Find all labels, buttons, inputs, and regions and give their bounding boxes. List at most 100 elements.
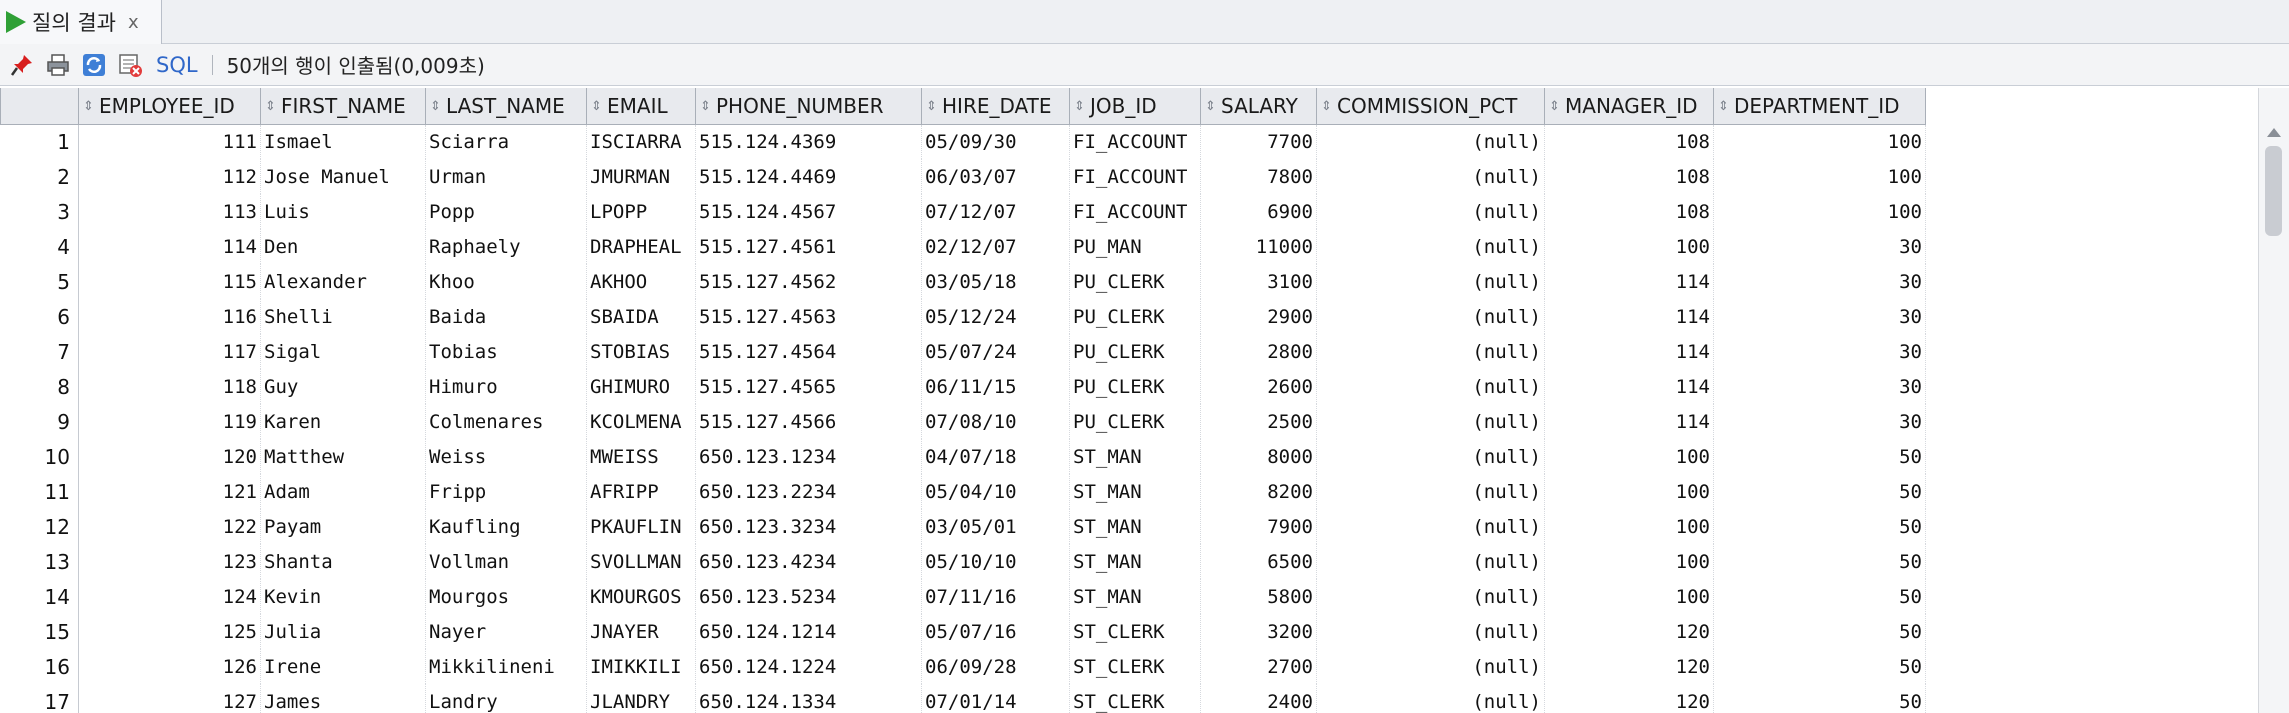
table-cell[interactable]: 515.127.4566: [695, 404, 922, 439]
table-cell[interactable]: 05/07/16: [921, 614, 1070, 649]
table-cell[interactable]: 100: [1713, 159, 1926, 194]
table-cell[interactable]: Sciarra: [425, 124, 587, 159]
table-cell[interactable]: DRAPHEAL: [586, 229, 696, 264]
table-cell[interactable]: ISCIARRA: [586, 124, 696, 159]
table-row[interactable]: 5 115 Alexander Khoo AKHOO 515.127.4562 03/05/…: [0, 264, 1926, 299]
sort-icon[interactable]: ⇕: [700, 100, 713, 113]
table-cell[interactable]: 108: [1544, 194, 1714, 229]
table-cell[interactable]: JNAYER: [586, 614, 696, 649]
table-row[interactable]: 16 126 Irene Mikkilineni IMIKKILI 650.124.122…: [0, 649, 1926, 684]
table-cell[interactable]: 650.123.3234: [695, 509, 922, 544]
vertical-scrollbar[interactable]: [2258, 88, 2289, 713]
table-row[interactable]: 8 118 Guy Himuro GHIMURO 515.127.4565 06/11/15…: [0, 369, 1926, 404]
table-cell[interactable]: GHIMURO: [586, 369, 696, 404]
table-cell[interactable]: STOBIAS: [586, 334, 696, 369]
table-cell[interactable]: 50: [1713, 509, 1926, 544]
table-cell[interactable]: 7700: [1200, 124, 1317, 159]
table-cell[interactable]: ST_CLERK: [1069, 649, 1201, 684]
table-cell[interactable]: Shanta: [260, 544, 426, 579]
table-cell[interactable]: 50: [1713, 439, 1926, 474]
table-cell[interactable]: Adam: [260, 474, 426, 509]
table-cell[interactable]: 650.124.1214: [695, 614, 922, 649]
table-cell[interactable]: 6500: [1200, 544, 1317, 579]
table-cell[interactable]: 120: [1544, 684, 1714, 713]
table-cell[interactable]: 50: [1713, 544, 1926, 579]
tab-query-result[interactable]: 질의 결과 x: [0, 0, 162, 44]
table-cell[interactable]: FI_ACCOUNT: [1069, 194, 1201, 229]
print-icon[interactable]: [44, 51, 72, 79]
table-cell[interactable]: 07/12/07: [921, 194, 1070, 229]
table-cell[interactable]: (null): [1316, 124, 1545, 159]
table-cell[interactable]: 05/07/24: [921, 334, 1070, 369]
table-cell[interactable]: Julia: [260, 614, 426, 649]
table-cell[interactable]: 100: [1713, 124, 1926, 159]
column-header[interactable]: ⇕ JOB_ID: [1069, 88, 1201, 125]
table-cell[interactable]: Den: [260, 229, 426, 264]
table-cell[interactable]: FI_ACCOUNT: [1069, 159, 1201, 194]
table-cell[interactable]: Landry: [425, 684, 587, 713]
table-cell[interactable]: (null): [1316, 299, 1545, 334]
close-icon[interactable]: x: [128, 12, 139, 33]
table-row[interactable]: 15 125 Julia Nayer JNAYER 650.124.1214 05/07/1…: [0, 614, 1926, 649]
table-cell[interactable]: 7900: [1200, 509, 1317, 544]
table-cell[interactable]: 2500: [1200, 404, 1317, 439]
table-cell[interactable]: Luis: [260, 194, 426, 229]
table-cell[interactable]: 02/12/07: [921, 229, 1070, 264]
table-cell[interactable]: 30: [1713, 334, 1926, 369]
table-cell[interactable]: 515.127.4565: [695, 369, 922, 404]
table-cell[interactable]: 03/05/01: [921, 509, 1070, 544]
table-cell[interactable]: Alexander: [260, 264, 426, 299]
table-cell[interactable]: KCOLMENA: [586, 404, 696, 439]
table-cell[interactable]: (null): [1316, 334, 1545, 369]
sort-icon[interactable]: ⇕: [265, 100, 278, 113]
table-cell[interactable]: 06/09/28: [921, 649, 1070, 684]
table-cell[interactable]: MWEISS: [586, 439, 696, 474]
table-cell[interactable]: 116: [78, 299, 261, 334]
table-cell[interactable]: Urman: [425, 159, 587, 194]
table-cell[interactable]: Shelli: [260, 299, 426, 334]
table-cell[interactable]: 8000: [1200, 439, 1317, 474]
table-cell[interactable]: Nayer: [425, 614, 587, 649]
table-cell[interactable]: 108: [1544, 124, 1714, 159]
table-cell[interactable]: 07/01/14: [921, 684, 1070, 713]
table-cell[interactable]: FI_ACCOUNT: [1069, 124, 1201, 159]
table-cell[interactable]: (null): [1316, 439, 1545, 474]
table-cell[interactable]: 121: [78, 474, 261, 509]
table-cell[interactable]: Ismael: [260, 124, 426, 159]
sort-icon[interactable]: ⇕: [1321, 100, 1334, 113]
table-cell[interactable]: 11000: [1200, 229, 1317, 264]
table-cell[interactable]: 120: [1544, 649, 1714, 684]
table-cell[interactable]: 100: [1713, 194, 1926, 229]
table-cell[interactable]: 650.124.1224: [695, 649, 922, 684]
table-cell[interactable]: 650.124.1334: [695, 684, 922, 713]
table-cell[interactable]: 2400: [1200, 684, 1317, 713]
sql-button[interactable]: SQL: [156, 53, 198, 77]
table-cell[interactable]: 30: [1713, 299, 1926, 334]
table-row[interactable]: 12 122 Payam Kaufling PKAUFLIN 650.123.3234 03…: [0, 509, 1926, 544]
table-cell[interactable]: ST_MAN: [1069, 579, 1201, 614]
table-row[interactable]: 10 120 Matthew Weiss MWEISS 650.123.1234 04/07…: [0, 439, 1926, 474]
table-cell[interactable]: 124: [78, 579, 261, 614]
table-cell[interactable]: 50: [1713, 649, 1926, 684]
table-cell[interactable]: 114: [1544, 299, 1714, 334]
table-cell[interactable]: 114: [1544, 264, 1714, 299]
table-cell[interactable]: 127: [78, 684, 261, 713]
table-cell[interactable]: 3100: [1200, 264, 1317, 299]
table-cell[interactable]: (null): [1316, 229, 1545, 264]
table-cell[interactable]: 7800: [1200, 159, 1317, 194]
table-cell[interactable]: Baida: [425, 299, 587, 334]
table-cell[interactable]: 100: [1544, 439, 1714, 474]
table-cell[interactable]: ST_MAN: [1069, 509, 1201, 544]
table-cell[interactable]: 120: [78, 439, 261, 474]
table-cell[interactable]: 07/08/10: [921, 404, 1070, 439]
table-cell[interactable]: 30: [1713, 264, 1926, 299]
table-cell[interactable]: 125: [78, 614, 261, 649]
table-cell[interactable]: 515.127.4562: [695, 264, 922, 299]
table-cell[interactable]: (null): [1316, 544, 1545, 579]
table-cell[interactable]: AKHOO: [586, 264, 696, 299]
table-row[interactable]: 13 123 Shanta Vollman SVOLLMAN 650.123.4234 05…: [0, 544, 1926, 579]
column-header[interactable]: ⇕ SALARY: [1200, 88, 1317, 125]
table-cell[interactable]: 5800: [1200, 579, 1317, 614]
table-cell[interactable]: 07/11/16: [921, 579, 1070, 614]
table-cell[interactable]: (null): [1316, 369, 1545, 404]
